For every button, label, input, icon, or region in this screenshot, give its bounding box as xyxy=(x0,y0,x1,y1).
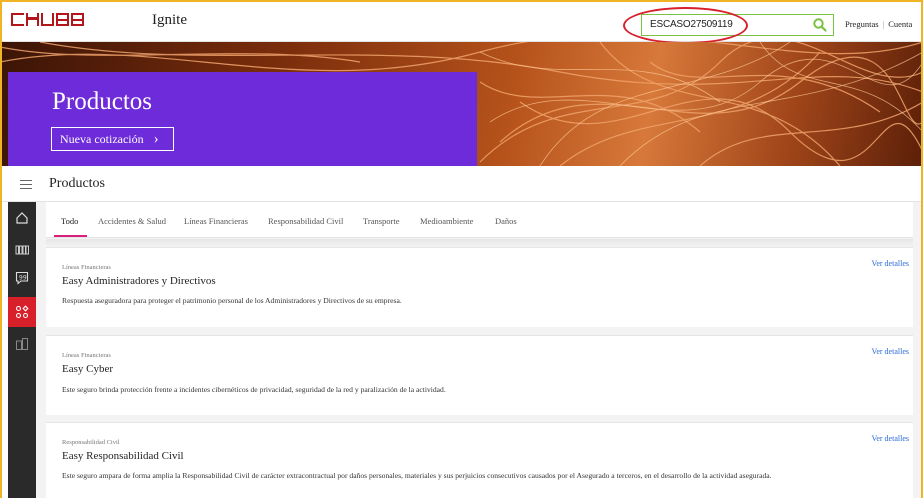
tab-danos[interactable]: Daños xyxy=(495,216,517,226)
hero-title: Productos xyxy=(52,88,152,115)
quote-icon: 99 xyxy=(15,271,29,285)
tab-responsabilidad-civil[interactable]: Responsabilidad Civil xyxy=(268,216,343,226)
hero-panel: Productos Nueva cotización › xyxy=(8,72,477,166)
tab-lineas-financieras[interactable]: Líneas Financieras xyxy=(184,216,248,226)
product-name[interactable]: Easy Administradores y Directivos xyxy=(62,275,216,287)
product-category: Líneas Financieras xyxy=(62,352,111,359)
sidebar-item-home[interactable] xyxy=(8,204,36,232)
product-description: Este seguro ampara de forma amplia la Re… xyxy=(62,471,772,480)
tab-accidentes-salud[interactable]: Accidentes & Salud xyxy=(98,216,166,226)
product-description: Este seguro brinda protección frente a i… xyxy=(62,385,446,394)
active-tab-indicator xyxy=(54,235,87,237)
product-card[interactable]: Líneas Financieras Easy Administradores … xyxy=(46,247,913,327)
top-bar: Ignite ESCASO27509119 Preguntas | Cuenta xyxy=(0,0,923,44)
product-details-link[interactable]: Ver detalles xyxy=(871,347,909,356)
page-title: Productos xyxy=(49,176,105,191)
hero-banner: Productos Nueva cotización › xyxy=(0,42,923,166)
faq-link[interactable]: Preguntas xyxy=(845,19,879,29)
product-details-link[interactable]: Ver detalles xyxy=(871,434,909,443)
product-card[interactable]: Líneas Financieras Easy Cyber Este segur… xyxy=(46,335,913,415)
account-link[interactable]: Cuenta xyxy=(888,19,912,29)
product-details-link[interactable]: Ver detalles xyxy=(871,259,909,268)
new-quote-button[interactable]: Nueva cotización › xyxy=(51,127,174,151)
product-name[interactable]: Easy Cyber xyxy=(62,363,113,375)
search-icon[interactable] xyxy=(812,17,828,33)
main-content: Todo Accidentes & Salud Líneas Financier… xyxy=(36,202,923,498)
product-description: Respuesta aseguradora para proteger el p… xyxy=(62,296,402,305)
link-separator: | xyxy=(882,19,885,29)
products-icon xyxy=(15,305,29,319)
page-header: Productos xyxy=(0,166,923,202)
sidebar-item-quotes[interactable]: 99 xyxy=(8,264,36,292)
home-icon xyxy=(16,212,28,224)
product-card[interactable]: Responsabilidad Civil Easy Responsabilid… xyxy=(46,422,913,498)
chubb-logo[interactable] xyxy=(11,13,84,27)
sidebar-item-calculator[interactable] xyxy=(8,236,36,264)
tab-transporte[interactable]: Transporte xyxy=(363,216,400,226)
tab-medioambiente[interactable]: Medioambiente xyxy=(420,216,473,226)
calculator-icon xyxy=(15,245,29,255)
highlight-annotation xyxy=(623,7,748,44)
svg-text:99: 99 xyxy=(19,275,27,282)
app-name: Ignite xyxy=(152,12,187,28)
new-quote-label: Nueva cotización xyxy=(60,131,144,146)
product-category: Responsabilidad Civil xyxy=(62,439,120,446)
menu-icon[interactable] xyxy=(20,180,32,189)
documents-icon xyxy=(16,338,28,350)
product-name[interactable]: Easy Responsabilidad Civil xyxy=(62,450,184,462)
sidebar: 99 xyxy=(8,202,36,498)
sidebar-item-documents[interactable] xyxy=(8,330,36,358)
product-category: Líneas Financieras xyxy=(62,264,111,271)
chevron-right-icon: › xyxy=(153,130,159,147)
divider xyxy=(46,239,913,247)
top-links: Preguntas | Cuenta xyxy=(845,19,912,29)
tab-todo[interactable]: Todo xyxy=(61,216,78,226)
tab-bar: Todo Accidentes & Salud Líneas Financier… xyxy=(46,202,913,238)
sidebar-item-products[interactable] xyxy=(8,297,36,327)
